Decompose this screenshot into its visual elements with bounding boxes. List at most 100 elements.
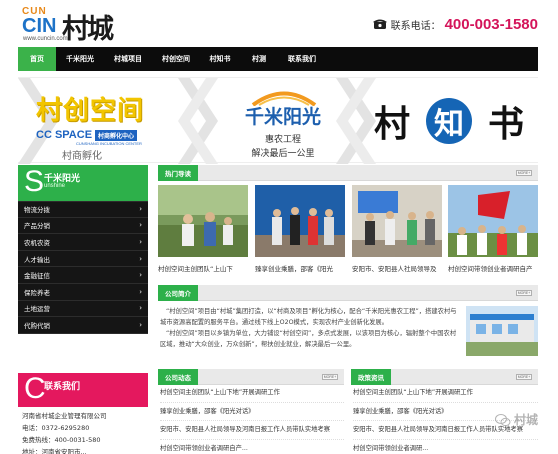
photo-card[interactable]: 臻享创业乘膳，邵客《阳光: [255, 185, 345, 273]
news-item[interactable]: 安阳市、安阳县人社局领导及河南日报工作人员带队实地考察: [160, 421, 344, 440]
photo-caption: 安阳市、安阳县人社局领导及: [352, 265, 437, 273]
news-header: 公司动态 MORE+: [158, 369, 344, 385]
sun-arc-icon: [251, 91, 317, 106]
intro-paragraph: “村创空间”项目以乡镇为单位，大力铺设“村创空间”，多点式发展，以该项目为核心，…: [160, 330, 457, 348]
banner-book: 村 知 书: [374, 96, 524, 146]
photo-card[interactable]: 村创空间带领创业者调研自产: [448, 185, 538, 273]
hot-more-button[interactable]: MORE+: [516, 170, 532, 176]
hot-header: 热门导读 MORE+: [158, 165, 538, 181]
chevron-right-icon: ›: [139, 254, 142, 263]
sidebar-item[interactable]: 产品分销 ›: [18, 218, 148, 235]
intro-text: “村创空间”项目由“村城”集团打造，以“村商及项目”孵化为核心，配合“千米阳光惠…: [160, 306, 460, 350]
chevron-right-icon: ›: [139, 304, 142, 313]
nav-item-project[interactable]: 村城项目: [104, 47, 152, 71]
nav-item-contact[interactable]: 联系我们: [278, 47, 326, 71]
phone-number[interactable]: 400-003-1580: [445, 16, 538, 33]
nav-item-space[interactable]: 村创空间: [152, 47, 200, 71]
logo-chinese-text: 村城: [62, 14, 114, 45]
book-char-1: 村: [374, 103, 411, 145]
policy-tab[interactable]: 政策资讯: [351, 369, 391, 385]
policy-header: 政策资讯 MORE+: [351, 369, 538, 385]
sidebar-item[interactable]: 人才输出 ›: [18, 251, 148, 268]
sidebar-item[interactable]: 代购代销 ›: [18, 317, 148, 334]
news-item[interactable]: 臻享创业乘膳，邵客《阳光对话》: [160, 403, 344, 421]
sidebar-item-label: 农机农资: [24, 238, 50, 247]
contact-company: 河南省村城企业管理有限公司: [22, 412, 107, 420]
sidebar-menu: 物流分拨 › 产品分销 › 农机农资 › 人才输出 › 金融征信 › 保险养老 › 土地运营…: [18, 201, 148, 334]
contact-header-title: 联系我们: [44, 382, 81, 392]
logo[interactable]: CUN CIN 村城 www.cuncin.com: [22, 6, 142, 45]
banner-cc-space: 村创空间 CC SPACE 村商孵化中心 CUNSHANG INCUBATION…: [36, 90, 188, 162]
chevron-right-icon: ›: [139, 221, 142, 230]
contact-info: 河南省村城企业管理有限公司 电话：0372-6295280 免费热线：400-0…: [22, 410, 152, 454]
book-circle: 知: [426, 98, 472, 144]
chevron-right-icon: ›: [139, 320, 142, 329]
news-more-button[interactable]: MORE+: [322, 374, 338, 380]
intro-header: 公司简介 MORE+: [158, 285, 538, 301]
logo-cin-text: CIN: [22, 15, 57, 37]
photo-card[interactable]: 村创空间主创团队“上山下: [158, 185, 248, 273]
sidebar-header: S 千米阳光 unshine: [18, 165, 148, 201]
cc-space-tagline: 村商孵化: [62, 151, 102, 162]
cc-space-en: CC SPACE: [36, 129, 93, 141]
photo-caption: 村创空间主创团队“上山下: [158, 265, 233, 273]
chevron-right-icon: ›: [139, 237, 142, 246]
policy-item[interactable]: 村创空间主创团队“上山下地”开展调研工作: [353, 384, 538, 403]
photo-caption: 村创空间带领创业者调研自产: [448, 265, 533, 273]
wechat-icon: [494, 413, 511, 426]
sidebar-item[interactable]: 金融征信 ›: [18, 267, 148, 284]
phone-label: 联系电话：: [390, 20, 441, 32]
hot-tab[interactable]: 热门导读: [158, 165, 198, 181]
contact-header: C 联系我们: [18, 373, 148, 407]
news-tab[interactable]: 公司动态: [158, 369, 198, 385]
sidebar-item-label: 保险养老: [24, 288, 50, 297]
watermark-text: 村城: [513, 413, 538, 427]
policy-item[interactable]: 村创空间带领创业者调研...: [353, 440, 538, 454]
sidebar-item-label: 物流分拨: [24, 206, 50, 215]
news-list: 村创空间主创团队“上山下地”开展调研工作 臻享创业乘膳，邵客《阳光对话》 安阳市…: [160, 384, 344, 454]
sunshine-sub2: 解决最后一公里: [251, 149, 315, 159]
cc-space-en-sub: CUNSHANG INCUBATION CENTER: [76, 141, 142, 146]
news-photo: [448, 185, 538, 257]
sidebar-item-label: 金融征信: [24, 272, 50, 281]
contact-hotline: 免费热线：400-0031-580: [22, 436, 101, 444]
nav-item-book[interactable]: 村知书: [200, 47, 240, 71]
intro-paragraph: “村创空间”项目由“村城”集团打造，以“村商及项目”孵化为核心，配合“千米阳光惠…: [160, 308, 457, 326]
main-nav: 首页 千米阳光 村城项目 村创空间 村知书 村测 联系我们: [18, 47, 538, 71]
chevron-right-icon: ›: [139, 287, 142, 296]
header: CUN CIN 村城 www.cuncin.com 联系电话： 400-003-…: [0, 0, 558, 46]
news-photo: [352, 185, 442, 257]
policy-more-button[interactable]: MORE+: [516, 374, 532, 380]
contact-address: 地址：河南省安阳市...: [22, 448, 87, 454]
chevron-right-icon: ›: [139, 271, 142, 280]
news-photo: [255, 185, 345, 257]
sidebar-item-label: 土地运营: [24, 305, 50, 314]
book-char-3: 书: [487, 103, 524, 145]
sidebar-item[interactable]: 土地运营 ›: [18, 301, 148, 318]
intro-tab[interactable]: 公司简介: [158, 285, 198, 301]
sidebar-item-label: 代购代销: [24, 321, 50, 330]
sidebar-item[interactable]: 物流分拨 ›: [18, 201, 148, 218]
banner-sunshine: 千米阳光 惠农工程 解决最后一公里: [228, 88, 338, 159]
intro-photo: [466, 306, 538, 356]
sidebar-item-label: 产品分销: [24, 222, 50, 231]
cc-space-title: 村创空间: [36, 96, 145, 126]
nav-item-sunshine[interactable]: 千米阳光: [56, 47, 104, 71]
sidebar-header-sub: unshine: [44, 183, 66, 189]
photo-card[interactable]: 安阳市、安阳县人社局领导及: [352, 185, 442, 273]
contact-phone: 电话：0372-6295280: [22, 424, 90, 432]
intro-more-button[interactable]: MORE+: [516, 290, 532, 296]
hero-banner[interactable]: 村创空间 CC SPACE 村商孵化中心 CUNSHANG INCUBATION…: [18, 77, 538, 164]
cc-space-badge: 村商孵化中心: [95, 129, 138, 141]
sidebar-item[interactable]: 保险养老 ›: [18, 284, 148, 301]
nav-item-test[interactable]: 村测: [240, 47, 278, 71]
nav-item-home[interactable]: 首页: [18, 47, 56, 71]
contact-header-letter: C: [24, 372, 46, 405]
book-char-2: 知: [434, 107, 464, 142]
sidebar-item-label: 人才输出: [24, 255, 50, 264]
news-item[interactable]: 村创空间主创团队“上山下地”开展调研工作: [160, 384, 344, 403]
chevron-right-icon: ›: [139, 205, 142, 214]
wechat-watermark: 村城: [494, 411, 538, 428]
news-item[interactable]: 村创空间带领创业者调研自产...: [160, 440, 344, 454]
sidebar-item[interactable]: 农机农资 ›: [18, 234, 148, 251]
